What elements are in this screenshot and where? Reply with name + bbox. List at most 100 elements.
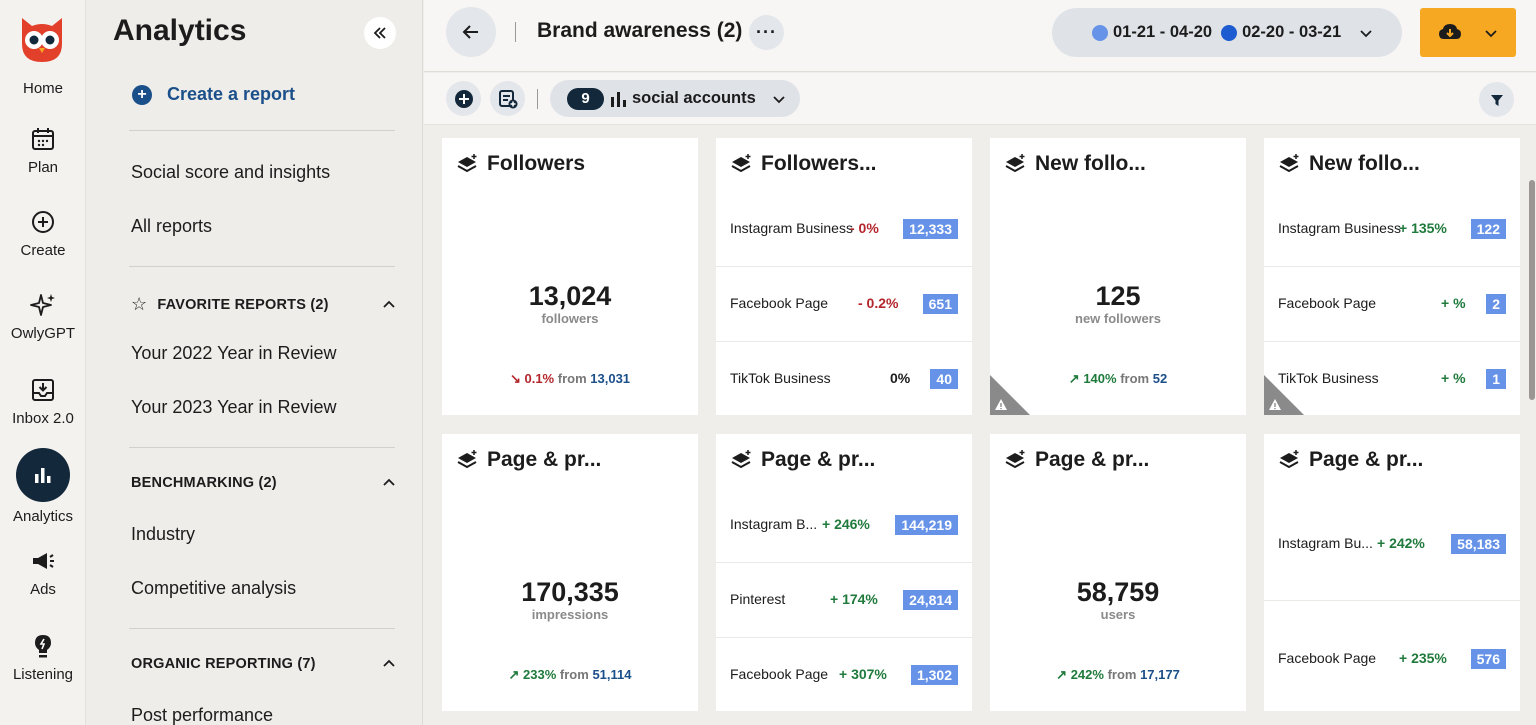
benchmarking-section[interactable]: BENCHMARKING (2) xyxy=(131,475,396,491)
metric-value: 58,759 xyxy=(1076,577,1160,607)
social-accounts-selector[interactable]: 9 social accounts xyxy=(550,80,800,117)
table-row: Instagram Business - 0% 12,333 xyxy=(716,192,972,266)
rail-item-label: Ads xyxy=(30,581,56,598)
card-title: Page & pr... xyxy=(1278,448,1423,472)
row-value: 24,814 xyxy=(903,590,958,610)
row-change: + 174% xyxy=(830,591,878,607)
rail-item-label: Inbox 2.0 xyxy=(12,410,74,427)
report-toolbar: 9 social accounts xyxy=(424,73,1536,125)
export-button[interactable] xyxy=(1420,8,1516,57)
metric-card-users-by-network[interactable]: Page & pr... Instagram Bu... + 242% 58,1… xyxy=(1264,434,1520,711)
warning-icon[interactable] xyxy=(1264,375,1304,415)
card-title: Page & pr... xyxy=(456,448,601,472)
card-title: Followers... xyxy=(730,152,877,176)
accounts-label: social accounts xyxy=(632,89,756,107)
metric-unit: users xyxy=(1100,607,1136,622)
plus-icon: + xyxy=(132,84,152,105)
metric-card-new-followers[interactable]: New follo... 125 new followers ↗ 140% fr… xyxy=(990,138,1246,415)
table-row: Facebook Page + 307% 1,302 xyxy=(716,637,972,711)
filter-button[interactable] xyxy=(1479,82,1514,117)
row-label: Instagram B... xyxy=(730,516,818,532)
rail-item-ads[interactable]: Ads xyxy=(0,547,86,598)
row-value: 122 xyxy=(1470,219,1506,239)
card-title: Page & pr... xyxy=(1004,448,1149,472)
sidebar-item-industry[interactable]: Industry xyxy=(131,524,195,545)
card-title-text: Followers... xyxy=(761,152,877,175)
section-label: ORGANIC REPORTING (7) xyxy=(131,656,316,672)
date-range-2: 02-20 - 03-21 xyxy=(1242,23,1342,41)
report-title: Brand awareness (2) xyxy=(537,19,743,42)
row-label: Facebook Page xyxy=(1278,650,1377,666)
sidebar-item-2023-review[interactable]: Your 2023 Year in Review xyxy=(131,397,337,418)
create-report-link[interactable]: + Create a report xyxy=(132,84,295,105)
layers-icon xyxy=(457,154,477,173)
metric-value: 125 xyxy=(1095,281,1141,311)
add-metric-button[interactable] xyxy=(446,81,481,116)
sidebar-title: Analytics xyxy=(113,14,247,47)
row-label: Pinterest xyxy=(730,591,786,607)
rail-item-create[interactable]: Create xyxy=(0,208,86,259)
star-icon: ☆ xyxy=(131,294,148,314)
change-percent: 233% xyxy=(523,667,557,682)
favorite-reports-section[interactable]: ☆ FAVORITE REPORTS (2) xyxy=(131,294,396,315)
calendar-icon xyxy=(32,128,54,150)
collapse-sidebar-button[interactable] xyxy=(364,17,396,49)
scrollbar-thumb[interactable] xyxy=(1529,180,1535,400)
card-title: New follo... xyxy=(1004,152,1146,176)
inbox-icon xyxy=(32,379,54,401)
more-options-button[interactable]: ··· xyxy=(749,15,784,50)
divider xyxy=(129,628,395,629)
rail-item-analytics[interactable]: Analytics xyxy=(0,448,86,525)
metric-card-impressions-by-network[interactable]: Page & pr... Instagram B... + 246% 144,2… xyxy=(716,434,972,711)
metric-card-new-followers-by-network[interactable]: New follo... Instagram Business + 135% 1… xyxy=(1264,138,1520,415)
rail-item-plan[interactable]: Plan xyxy=(0,125,86,176)
sidebar-link-all-reports[interactable]: All reports xyxy=(131,216,212,237)
report-add-icon xyxy=(498,89,517,108)
chevron-down-icon xyxy=(773,95,785,103)
row-label: Facebook Page xyxy=(730,666,829,682)
organic-reporting-section[interactable]: ORGANIC REPORTING (7) xyxy=(131,656,396,672)
analytics-icon xyxy=(16,448,70,502)
owl-logo-icon[interactable] xyxy=(16,14,68,66)
rail-item-label: Plan xyxy=(27,159,59,176)
layers-icon xyxy=(1279,154,1299,173)
sidebar-item-competitive-analysis[interactable]: Competitive analysis xyxy=(131,578,296,599)
chevron-down-icon xyxy=(1485,29,1497,37)
metric-card-followers[interactable]: Followers 13,024 followers ↘ 0.1% from 1… xyxy=(442,138,698,415)
sidebar-link-social-score[interactable]: Social score and insights xyxy=(131,162,330,183)
card-title-text: Followers xyxy=(487,152,586,175)
lightbulb-icon xyxy=(35,635,51,658)
bar-chart-icon xyxy=(611,91,626,107)
row-change: + 246% xyxy=(822,516,870,532)
metric-card-followers-by-network[interactable]: Followers... Instagram Business - 0% 12,… xyxy=(716,138,972,415)
plus-circle-icon xyxy=(32,211,54,233)
rail-item-label: Create xyxy=(20,242,66,259)
metric-value: 13,024 xyxy=(528,281,612,311)
layers-icon xyxy=(1005,154,1025,173)
metric-value: 170,335 xyxy=(521,577,619,607)
sidebar-item-post-performance[interactable]: Post performance xyxy=(131,705,273,725)
row-change: + 235% xyxy=(1399,650,1447,666)
rail-item-inbox[interactable]: Inbox 2.0 xyxy=(0,376,86,427)
sidebar-item-2022-review[interactable]: Your 2022 Year in Review xyxy=(131,343,337,364)
row-value: 651 xyxy=(922,294,958,314)
chevron-up-icon xyxy=(383,659,395,667)
row-value: 576 xyxy=(1470,649,1506,669)
rail-item-owlygpt[interactable]: OwlyGPT xyxy=(0,291,86,342)
rail-item-listening[interactable]: Listening xyxy=(0,632,86,683)
warning-icon[interactable] xyxy=(990,375,1030,415)
row-label: Instagram Bu... xyxy=(1278,535,1373,551)
separator xyxy=(537,89,538,109)
from-label: from xyxy=(557,371,587,386)
trend-down-icon: ↘ xyxy=(509,371,521,386)
add-section-button[interactable] xyxy=(490,81,525,116)
change-percent: 0.1% xyxy=(524,371,555,386)
metric-card-users[interactable]: Page & pr... 58,759 users ↗ 242% from 17… xyxy=(990,434,1246,711)
card-title: New follo... xyxy=(1278,152,1420,176)
rail-item-home[interactable]: Home xyxy=(0,80,86,97)
row-change: + % xyxy=(1441,370,1466,386)
row-change: + 242% xyxy=(1377,535,1425,551)
back-button[interactable] xyxy=(446,7,496,57)
date-range-picker[interactable]: 01-21 - 04-20 02-20 - 03-21 xyxy=(1052,8,1402,57)
metric-card-impressions[interactable]: Page & pr... 170,335 impressions ↗ 233% … xyxy=(442,434,698,711)
